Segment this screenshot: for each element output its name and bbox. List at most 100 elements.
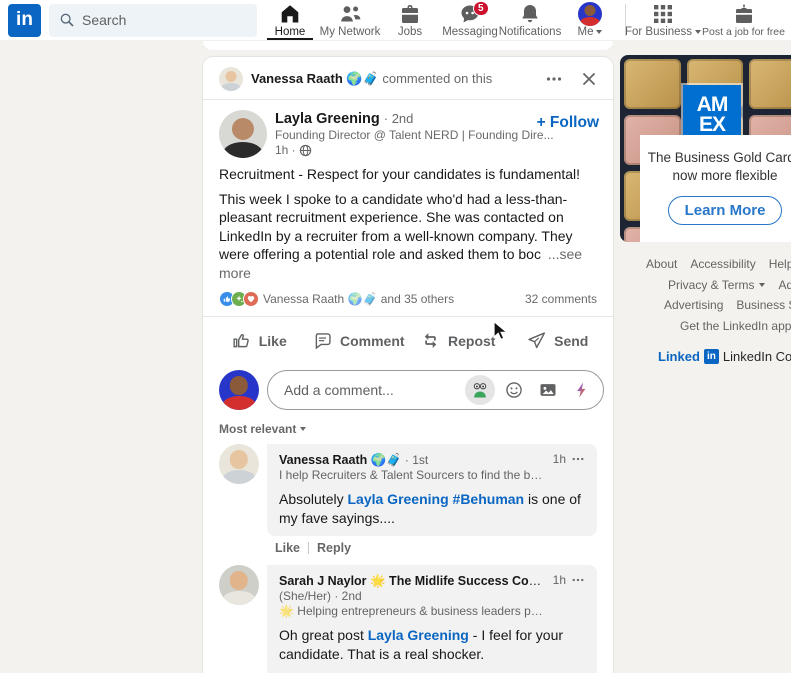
footer-brand: Linked in LinkedIn Corporation — [620, 348, 791, 364]
footer-link-help[interactable]: Help C — [769, 257, 791, 271]
commenter-degree: · 1st — [404, 453, 429, 467]
footer-link-get-app[interactable]: Get the LinkedIn app — [680, 319, 791, 333]
commenter-headline: 🌟 Helping entrepreneurs & business leade… — [279, 604, 545, 618]
author-name[interactable]: Layla Greening — [275, 111, 380, 127]
nav-for-business-label: For Business — [624, 25, 693, 38]
post-time: 1h · — [275, 143, 296, 157]
author-avatar[interactable] — [219, 110, 267, 158]
like-icon — [231, 330, 252, 351]
mention-link[interactable]: Layla Greening — [368, 627, 469, 643]
footer-link-privacy-terms[interactable]: Privacy & Terms — [668, 278, 754, 292]
comment-menu-icon[interactable] — [571, 452, 585, 466]
nav-me-label: Me — [577, 25, 594, 38]
feed-column: Vanessa Raath 🌍🧳 commented on this Layla… — [203, 41, 613, 673]
commenter-avatar[interactable] — [219, 565, 259, 605]
hashtag-link[interactable]: #Behuman — [453, 491, 525, 507]
comment-composer — [203, 364, 613, 414]
author-degree: · 2nd — [383, 111, 414, 126]
comment-like-button[interactable]: Like — [275, 541, 300, 555]
repost-label: Repost — [448, 332, 496, 349]
post-author-row: Layla Greening · 2nd Founding Director @ … — [203, 100, 613, 158]
me-avatar — [578, 1, 602, 26]
comments-count[interactable]: 32 comments — [525, 292, 597, 306]
author-headline: Founding Director @ Talent NERD | Foundi… — [275, 128, 554, 142]
post-text-line1: Recruitment - Respect for your candidate… — [219, 166, 581, 182]
primary-nav: Home My Network Jobs 5 Messaging Notific… — [260, 0, 620, 40]
reaction-icons[interactable] — [219, 291, 259, 307]
post-card: Vanessa Raath 🌍🧳 commented on this Layla… — [203, 57, 613, 673]
send-label: Send — [554, 332, 589, 349]
chevron-down-icon — [596, 30, 603, 34]
like-label: Like — [258, 332, 287, 349]
post-context-row: Vanessa Raath 🌍🧳 commented on this — [203, 57, 613, 100]
ad-card[interactable]: AM EX The Business Gold Card–now more fle… — [620, 55, 791, 242]
social-proof-row: Vanessa Raath 🌍🧳 and 35 others 32 commen… — [203, 282, 613, 316]
nav-notifications[interactable]: Notifications — [499, 0, 561, 40]
nav-for-business[interactable]: For Business — [624, 0, 702, 40]
follow-button[interactable]: + Follow — [537, 114, 599, 132]
comment-input[interactable] — [268, 382, 465, 398]
comment-label: Comment — [339, 332, 405, 349]
footer-linkedin-logo: in — [703, 348, 719, 364]
comment-item: Sarah J Naylor 🌟 The Midlife Success Coa… — [203, 559, 613, 673]
send-button[interactable]: Send — [508, 319, 608, 362]
global-nav-bar: in Home My Network Jobs 5 — [0, 0, 791, 41]
search-bar[interactable] — [49, 3, 257, 37]
commenter-name[interactable]: Vanessa Raath 🌍🧳 — [279, 453, 402, 467]
comment-menu-icon[interactable] — [571, 573, 585, 587]
comment-time: 1h — [552, 573, 566, 587]
chevron-down-icon — [759, 282, 766, 287]
nav-my-network[interactable]: My Network — [320, 0, 380, 40]
search-input[interactable] — [82, 12, 232, 28]
commenter-name[interactable]: Sarah J Naylor 🌟 The Midlife Success Coa… — [279, 574, 545, 588]
sticker-icon[interactable] — [465, 375, 495, 405]
emoji-icon[interactable] — [499, 375, 529, 405]
context-text[interactable]: Vanessa Raath 🌍🧳 commented on this — [251, 71, 492, 87]
nav-home[interactable]: Home — [260, 0, 320, 40]
comment-input-pill[interactable] — [267, 370, 604, 410]
nav-jobs[interactable]: Jobs — [380, 0, 440, 40]
close-icon[interactable] — [581, 71, 597, 87]
repost-button[interactable]: Repost — [408, 319, 508, 362]
nav-jobs-label: Jobs — [397, 25, 423, 38]
globe-icon — [299, 144, 312, 157]
footer-link-business-services[interactable]: Business Servic — [736, 298, 791, 312]
comment-item: Vanessa Raath 🌍🧳 · 1st I help Recruiters … — [203, 438, 613, 559]
my-network-icon — [338, 2, 362, 26]
nav-messaging[interactable]: 5 Messaging — [440, 0, 500, 40]
current-user-avatar[interactable] — [219, 370, 259, 410]
nav-messaging-label: Messaging — [442, 25, 498, 38]
footer-link-ad-choices[interactable]: Ad Ch — [778, 278, 791, 292]
ad-text-panel: The Business Gold Card–now more flexible… — [640, 135, 791, 242]
comment-sort-dropdown[interactable]: Most relevant — [203, 414, 613, 438]
repost-icon — [420, 330, 441, 351]
like-button[interactable]: Like — [209, 319, 309, 362]
grid-icon — [651, 2, 675, 26]
comment-text: Absolutely Layla Greening #Behuman is on… — [279, 491, 581, 526]
notifications-bell-icon — [518, 2, 542, 26]
comment-sort-label: Most relevant — [219, 422, 297, 436]
learn-more-button[interactable]: Learn More — [667, 196, 783, 225]
commenter-avatar[interactable] — [219, 444, 259, 484]
reactors-text[interactable]: Vanessa Raath 🌍🧳 and 35 others — [263, 292, 454, 306]
mention-link[interactable]: Layla Greening — [347, 491, 448, 507]
home-icon — [278, 2, 302, 26]
nav-post-a-job[interactable]: Post a job for free — [700, 0, 787, 40]
chevron-down-icon — [300, 427, 307, 431]
comment-button[interactable]: Comment — [309, 319, 409, 362]
post-menu-icon[interactable] — [545, 70, 563, 88]
nav-home-label: Home — [274, 25, 306, 38]
footer-link-accessibility[interactable]: Accessibility — [690, 257, 755, 271]
send-icon — [526, 330, 547, 351]
footer-link-advertising[interactable]: Advertising — [664, 298, 723, 312]
comment-reply-button[interactable]: Reply — [317, 541, 351, 555]
linkedin-logo[interactable]: in — [8, 3, 41, 37]
jobs-icon — [398, 2, 422, 26]
nav-me[interactable]: Me — [560, 0, 620, 40]
commenter-pronouns-degree: (She/Her) · 2nd — [279, 589, 362, 603]
love-reaction-icon — [243, 291, 259, 307]
footer-link-about[interactable]: About — [646, 257, 677, 271]
image-icon[interactable] — [533, 375, 563, 405]
context-avatar[interactable] — [219, 67, 243, 91]
boost-bolt-icon[interactable] — [567, 375, 597, 405]
